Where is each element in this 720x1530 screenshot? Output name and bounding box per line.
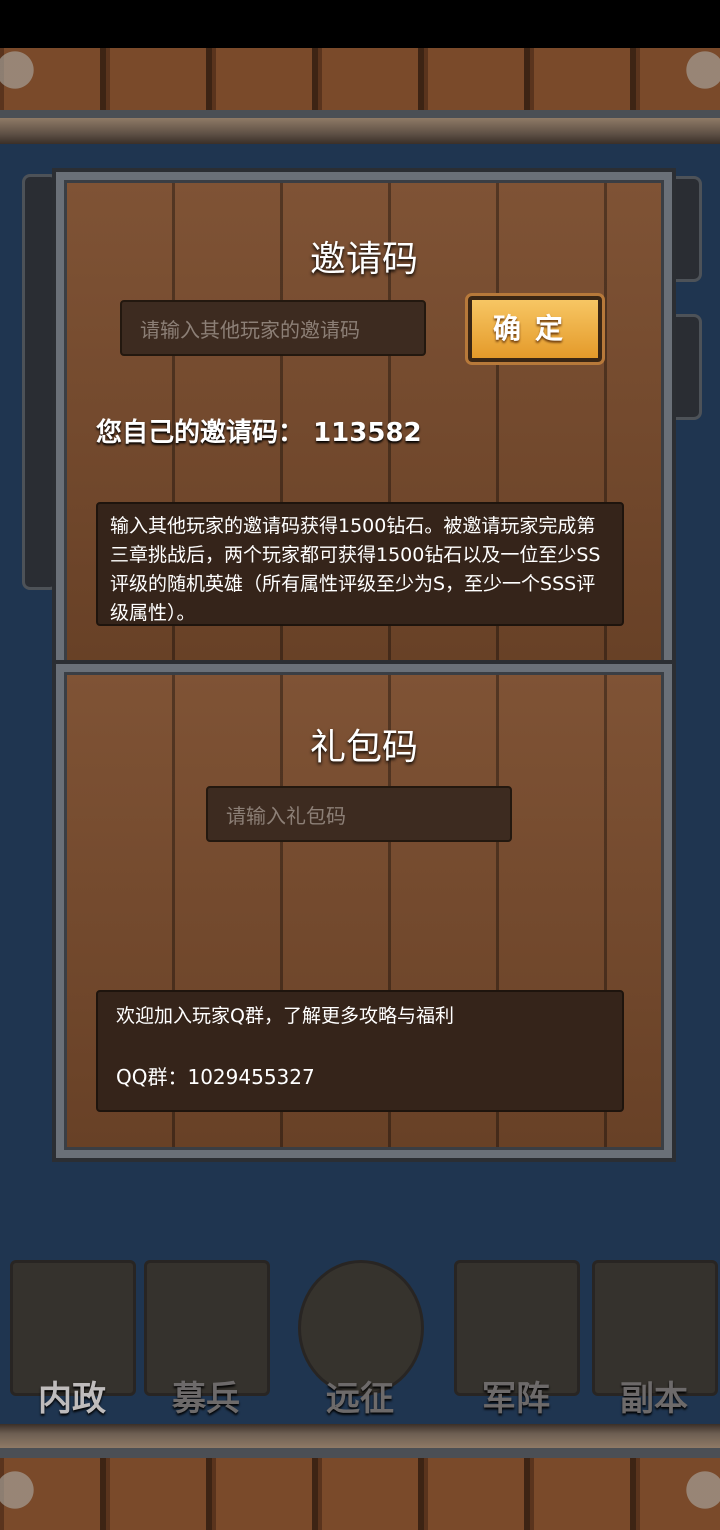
nav-label: 远征 bbox=[326, 1379, 394, 1419]
top-right-ornament bbox=[670, 40, 720, 100]
confirm-button[interactable]: 确定 bbox=[465, 293, 605, 365]
invite-panel: 邀请码 请输入其他玩家的邀请码 确定 您自己的邀请码： 113582 输入其他玩… bbox=[56, 172, 672, 672]
own-code-value: 113582 bbox=[313, 418, 422, 448]
bottom-wood-frame bbox=[0, 1448, 720, 1530]
status-bar bbox=[0, 0, 720, 48]
nav-label: 军阵 bbox=[482, 1379, 550, 1419]
bottom-right-ornament bbox=[670, 1460, 720, 1520]
gift-panel: 礼包码 请输入礼包码 欢迎加入玩家Q群，了解更多攻略与福利 QQ群：102945… bbox=[56, 664, 672, 1158]
nav-label: 副本 bbox=[620, 1379, 688, 1419]
nav-item-recruit[interactable]: 募兵 bbox=[134, 1180, 278, 1420]
gift-code-input[interactable]: 请输入礼包码 bbox=[206, 786, 512, 842]
side-slot bbox=[22, 174, 58, 590]
community-text: 欢迎加入玩家Q群，了解更多攻略与福利 bbox=[116, 1005, 454, 1027]
invite-code-input[interactable]: 请输入其他玩家的邀请码 bbox=[120, 300, 426, 356]
top-left-ornament bbox=[0, 40, 50, 100]
gift-title: 礼包码 bbox=[309, 727, 418, 768]
nav-item-dungeon[interactable]: 副本 bbox=[582, 1180, 720, 1420]
community-box: 欢迎加入玩家Q群，了解更多攻略与福利 QQ群：1029455327 bbox=[96, 990, 624, 1112]
nav-item-expedition[interactable]: 远征 bbox=[288, 1180, 432, 1420]
nav-item-formation[interactable]: 军阵 bbox=[444, 1180, 588, 1420]
invite-title: 邀请码 bbox=[309, 239, 418, 280]
top-wood-frame bbox=[0, 48, 720, 118]
own-invite-code: 您自己的邀请码： 113582 bbox=[96, 412, 422, 449]
bottom-trim bbox=[0, 1424, 720, 1448]
bottom-left-ornament bbox=[0, 1460, 50, 1520]
qq-value: 1029455327 bbox=[187, 1065, 315, 1089]
top-trim bbox=[0, 118, 720, 144]
nav-item-domestic[interactable]: 内政 bbox=[0, 1180, 144, 1420]
nav-label: 内政 bbox=[38, 1379, 106, 1419]
own-code-label: 您自己的邀请码： bbox=[96, 418, 305, 448]
nav-label: 募兵 bbox=[172, 1379, 240, 1419]
qq-group: QQ群：1029455327 bbox=[116, 1063, 604, 1092]
qq-label: QQ群： bbox=[116, 1065, 188, 1089]
invite-description: 输入其他玩家的邀请码获得1500钻石。被邀请玩家完成第三章挑战后，两个玩家都可获… bbox=[96, 502, 624, 626]
